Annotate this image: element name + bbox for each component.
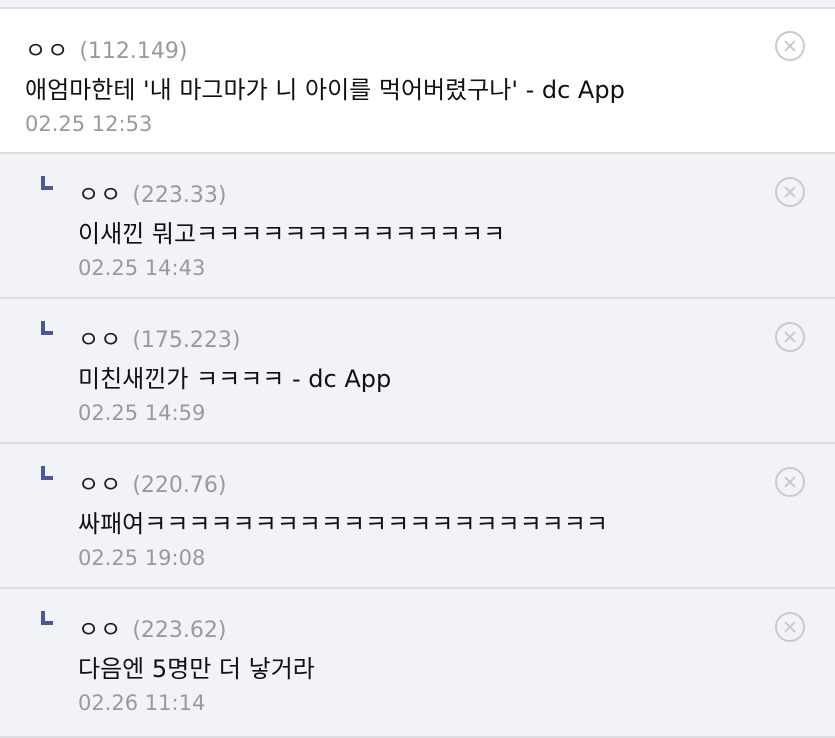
top-divider — [0, 0, 835, 9]
reply-nickname[interactable]: ㅇㅇ — [78, 610, 122, 644]
reply-date: 02.25 14:59 — [78, 401, 206, 425]
reply-ip: (175.223) — [132, 328, 241, 353]
reply-nickname[interactable]: ㅇㅇ — [78, 465, 122, 499]
delete-reply-icon[interactable] — [775, 322, 805, 352]
delete-reply-icon[interactable] — [775, 177, 805, 207]
reply-text: 미친새낀가 ㅋㅋㅋㅋ - dc App — [78, 365, 392, 393]
reply-item: ㅇㅇ (175.223) 미친새낀가 ㅋㅋㅋㅋ - dc App 02.25 1… — [0, 299, 835, 444]
reply-date: 02.25 19:08 — [78, 546, 206, 570]
reply-header: ㅇㅇ (175.223) — [78, 320, 240, 354]
reply-nickname[interactable]: ㅇㅇ — [78, 320, 122, 354]
reply-arrow-icon — [41, 321, 53, 335]
delete-comment-icon[interactable] — [775, 31, 805, 61]
comment-text: 애엄마한테 '내 마그마가 니 아이를 먹어버렸구나' - dc App — [25, 76, 625, 104]
reply-arrow-icon — [41, 466, 53, 480]
reply-header: ㅇㅇ (223.33) — [78, 175, 226, 209]
reply-item: ㅇㅇ (220.76) 싸패여ㅋㅋㅋㅋㅋㅋㅋㅋㅋㅋㅋㅋㅋㅋㅋㅋㅋㅋㅋㅋㅋ 02.… — [0, 444, 835, 589]
reply-text: 다음엔 5명만 더 낳거라 — [78, 655, 315, 683]
reply-text: 싸패여ㅋㅋㅋㅋㅋㅋㅋㅋㅋㅋㅋㅋㅋㅋㅋㅋㅋㅋㅋㅋㅋ — [78, 510, 608, 538]
reply-arrow-icon — [41, 611, 53, 625]
reply-header: ㅇㅇ (220.76) — [78, 465, 226, 499]
reply-nickname[interactable]: ㅇㅇ — [78, 175, 122, 209]
delete-reply-icon[interactable] — [775, 467, 805, 497]
reply-item: ㅇㅇ (223.62) 다음엔 5명만 더 낳거라 02.26 11:14 — [0, 589, 835, 738]
delete-reply-icon[interactable] — [775, 612, 805, 642]
reply-item: ㅇㅇ (223.33) 이새낀 뭐고ㅋㅋㅋㅋㅋㅋㅋㅋㅋㅋㅋㅋㅋㅋ 02.25 1… — [0, 154, 835, 299]
reply-ip: (223.33) — [132, 183, 227, 208]
reply-header: ㅇㅇ (223.62) — [78, 610, 226, 644]
reply-arrow-icon — [41, 176, 53, 190]
reply-ip: (223.62) — [132, 618, 227, 643]
reply-date: 02.26 11:14 — [78, 691, 206, 715]
comment-header: ㅇㅇ (112.149) — [25, 31, 187, 65]
comment-date: 02.25 12:53 — [25, 112, 153, 136]
comment-nickname[interactable]: ㅇㅇ — [25, 31, 69, 65]
reply-date: 02.25 14:43 — [78, 256, 206, 280]
reply-ip: (220.76) — [132, 473, 227, 498]
reply-text: 이새낀 뭐고ㅋㅋㅋㅋㅋㅋㅋㅋㅋㅋㅋㅋㅋㅋ — [78, 220, 506, 248]
comment-ip: (112.149) — [79, 39, 188, 64]
comment-item: ㅇㅇ (112.149) 애엄마한테 '내 마그마가 니 아이를 먹어버렸구나'… — [0, 9, 835, 154]
